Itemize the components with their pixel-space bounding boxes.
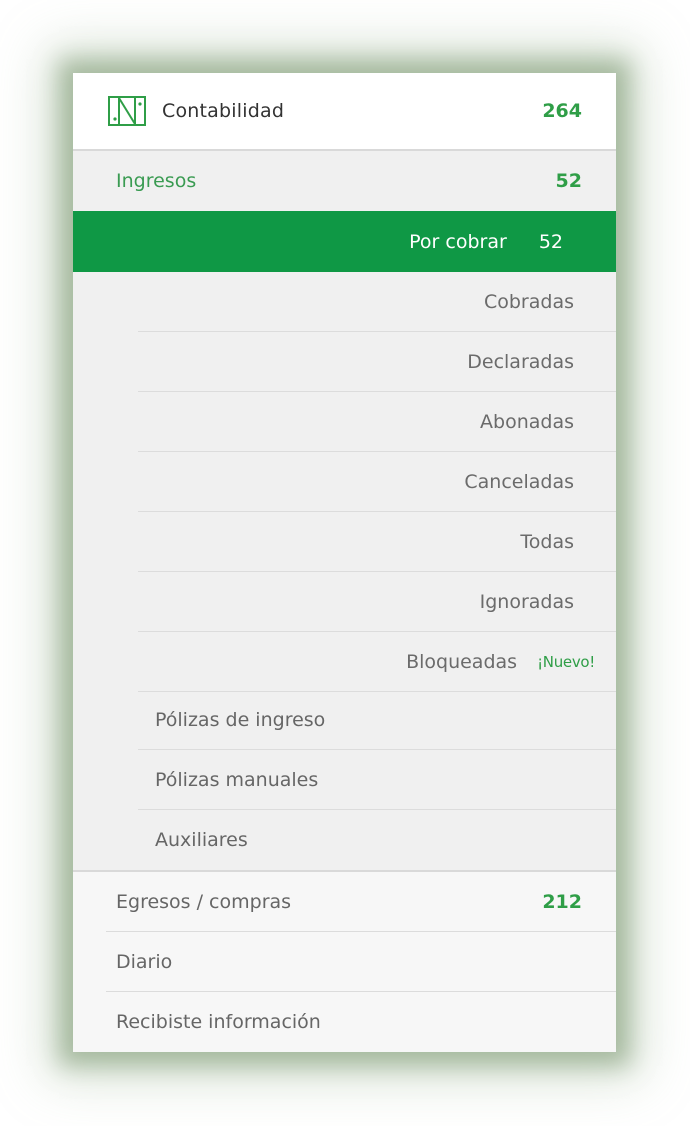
polizas-ingreso-label: Pólizas de ingreso: [155, 708, 326, 731]
nav-item-todas[interactable]: Todas: [138, 512, 616, 572]
nav-item-ingresos[interactable]: Ingresos 52: [73, 151, 616, 211]
diario-label: Diario: [116, 950, 173, 973]
ignoradas-label: Ignoradas: [479, 590, 574, 613]
nav-item-polizas-manuales[interactable]: Pólizas manuales: [138, 750, 616, 810]
por-cobrar-count: 52: [538, 230, 563, 253]
nav-item-egresos[interactable]: Egresos / compras 212: [106, 872, 616, 932]
nav-item-por-cobrar[interactable]: Por cobrar 52: [73, 211, 616, 272]
canceladas-label: Canceladas: [464, 470, 574, 493]
nav-item-abonadas[interactable]: Abonadas: [138, 392, 616, 452]
auxiliares-label: Auxiliares: [155, 829, 248, 851]
recibiste-informacion-label: Recibiste información: [116, 1011, 321, 1033]
ingresos-label: Ingresos: [116, 170, 197, 192]
contabilidad-count: 264: [542, 100, 582, 122]
new-badge: ¡Nuevo!: [537, 652, 595, 671]
nav-item-recibiste-informacion[interactable]: Recibiste información: [106, 992, 616, 1052]
cobradas-label: Cobradas: [483, 290, 574, 313]
ledger-icon: [108, 96, 146, 126]
nav-item-ignoradas[interactable]: Ignoradas: [138, 572, 616, 632]
nav-item-declaradas[interactable]: Declaradas: [138, 332, 616, 392]
contabilidad-header[interactable]: Contabilidad 264: [73, 73, 616, 151]
abonadas-label: Abonadas: [480, 410, 574, 433]
nav-item-diario[interactable]: Diario: [106, 932, 616, 992]
nav-item-cobradas[interactable]: Cobradas: [138, 272, 616, 332]
nav-item-auxiliares[interactable]: Auxiliares: [138, 810, 616, 870]
contabilidad-title: Contabilidad: [162, 100, 285, 122]
polizas-manuales-label: Pólizas manuales: [155, 768, 319, 791]
nav-item-bloqueadas[interactable]: Bloqueadas ¡Nuevo!: [138, 632, 616, 692]
nav-item-canceladas[interactable]: Canceladas: [138, 452, 616, 512]
todas-label: Todas: [520, 530, 574, 553]
por-cobrar-label: Por cobrar: [409, 230, 507, 253]
egresos-count: 212: [542, 890, 582, 913]
nav-item-polizas-ingreso[interactable]: Pólizas de ingreso: [138, 690, 616, 750]
egresos-label: Egresos / compras: [116, 890, 292, 913]
bloqueadas-label: Bloqueadas: [406, 650, 518, 673]
accounting-nav-panel: Contabilidad 264 Ingresos 52 Por cobrar …: [73, 73, 616, 1052]
declaradas-label: Declaradas: [467, 350, 574, 373]
lower-sections: Egresos / compras 212 Diario Recibiste i…: [73, 870, 616, 1052]
ingresos-count: 52: [555, 170, 582, 192]
